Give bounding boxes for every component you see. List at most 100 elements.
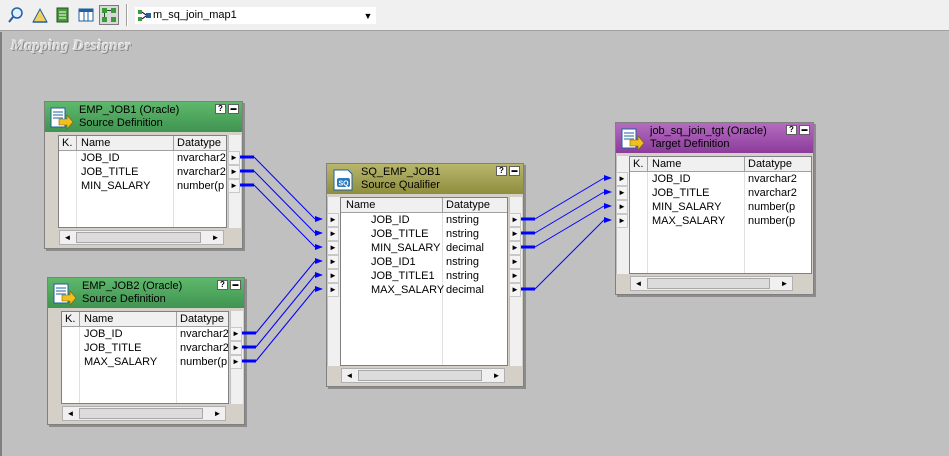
port-row[interactable]: JOB_TITLE nvarchar2 xyxy=(59,166,226,180)
help-icon[interactable]: ? xyxy=(215,104,226,114)
horizontal-scrollbar[interactable]: ◄ ► xyxy=(630,276,793,291)
key-column-header: K. xyxy=(65,313,76,325)
scrollbar-thumb[interactable] xyxy=(358,370,482,381)
minimize-icon[interactable]: ▬ xyxy=(228,104,239,114)
output-port-arrow[interactable]: ► xyxy=(230,341,242,355)
port-row[interactable]: JOB_TITLE nvarchar2 xyxy=(630,187,811,201)
table-icon[interactable] xyxy=(76,5,96,25)
arrange-icon[interactable] xyxy=(30,5,50,25)
layout-icon[interactable] xyxy=(99,5,119,25)
port-name: MIN_SALARY xyxy=(371,242,441,254)
output-port-arrow[interactable]: ► xyxy=(509,227,521,241)
horizontal-scrollbar[interactable]: ◄ ► xyxy=(62,406,226,421)
key-cell xyxy=(73,166,76,180)
source-qualifier[interactable]: SQ SQ_EMP_JOB1 Source Qualifier? ▬ ► ► ► ► ► ► ► ► ►… xyxy=(326,163,524,387)
scroll-right-icon[interactable]: ► xyxy=(777,277,792,290)
port-row[interactable]: JOB_ID nvarchar2 xyxy=(62,328,228,342)
edit-icon[interactable] xyxy=(53,5,73,25)
scroll-right-icon[interactable]: ► xyxy=(210,407,225,420)
input-port-arrow[interactable]: ► xyxy=(616,172,628,186)
source-definition-2[interactable]: EMP_JOB2 (Oracle) Source Definition? ▬ ► ► ► K… xyxy=(47,277,245,425)
horizontal-scrollbar[interactable]: ◄ ► xyxy=(341,368,505,383)
port-row[interactable]: JOB_ID nstring xyxy=(341,214,507,228)
scrollbar-thumb[interactable] xyxy=(76,232,201,243)
port-row[interactable]: MIN_SALARY decimal xyxy=(341,242,507,256)
datatype-column-header: Datatype xyxy=(177,137,222,149)
source-definition-header[interactable]: EMP_JOB1 (Oracle) Source Definition? ▬ xyxy=(45,102,242,132)
scroll-left-icon[interactable]: ◄ xyxy=(342,369,357,382)
source-qualifier-header[interactable]: SQ SQ_EMP_JOB1 Source Qualifier? ▬ xyxy=(327,164,523,194)
key-cell xyxy=(644,187,647,201)
help-icon[interactable]: ? xyxy=(496,166,507,176)
output-port-arrow[interactable]: ► xyxy=(509,269,521,283)
output-port-arrow[interactable]: ► xyxy=(509,241,521,255)
scroll-right-icon[interactable]: ► xyxy=(489,369,504,382)
port-row[interactable]: JOB_ID nvarchar2 xyxy=(59,152,226,166)
input-port-arrow[interactable]: ► xyxy=(327,269,339,283)
output-port-arrow[interactable]: ► xyxy=(228,151,240,165)
input-port-arrow[interactable]: ► xyxy=(327,227,339,241)
port-row[interactable]: JOB_TITLE nvarchar2 xyxy=(62,342,228,356)
port-datatype: nvarchar2 xyxy=(177,152,226,164)
source-definition-subtitle: Source Definition xyxy=(82,293,166,305)
scroll-left-icon[interactable]: ◄ xyxy=(60,231,75,244)
name-column-header: Name xyxy=(84,313,114,325)
minimize-icon[interactable]: ▬ xyxy=(799,125,810,135)
port-datatype: decimal xyxy=(446,284,484,296)
scroll-right-icon[interactable]: ► xyxy=(208,231,223,244)
port-row[interactable]: JOB_TITLE1 nstring xyxy=(341,270,507,284)
scroll-left-icon[interactable]: ◄ xyxy=(631,277,646,290)
port-row[interactable]: MAX_SALARY number(p xyxy=(630,215,811,229)
source-definition-port-grid: K. Name Datatype JOB_ID nvarchar2 JOB_TITLE nv… xyxy=(58,135,227,228)
output-port-arrow[interactable]: ► xyxy=(230,327,242,341)
minimize-icon[interactable]: ▬ xyxy=(230,280,241,290)
find-icon[interactable] xyxy=(6,5,26,25)
help-icon[interactable]: ? xyxy=(786,125,797,135)
input-port-arrow[interactable]: ► xyxy=(616,186,628,200)
scrollbar-thumb[interactable] xyxy=(647,278,770,289)
output-port-arrow[interactable]: ► xyxy=(228,179,240,193)
target-definition-port-grid: K. Name Datatype JOB_ID nvarchar2 JOB_TITLE nv… xyxy=(629,156,812,274)
port-datatype: nstring xyxy=(446,228,480,240)
port-name: MIN_SALARY xyxy=(652,201,722,213)
source-definition-subtitle: Source Definition xyxy=(79,117,163,129)
port-row[interactable]: JOB_ID1 nstring xyxy=(341,256,507,270)
help-icon[interactable]: ? xyxy=(217,280,228,290)
target-definition[interactable]: job_sq_join_tgt (Oracle) Target Definitio… xyxy=(615,122,814,295)
output-port-arrow[interactable]: ► xyxy=(509,255,521,269)
output-port-arrow[interactable]: ► xyxy=(509,213,521,227)
scrollbar-thumb[interactable] xyxy=(79,408,203,419)
target-definition-header[interactable]: job_sq_join_tgt (Oracle) Target Definitio… xyxy=(616,123,813,153)
source-definition-1[interactable]: EMP_JOB1 (Oracle) Source Definition? ▬ ► ► ► K… xyxy=(44,101,243,249)
output-port-arrow[interactable]: ► xyxy=(509,283,521,297)
port-row[interactable]: MIN_SALARY number(p xyxy=(59,180,226,194)
port-row[interactable]: MIN_SALARY number(p xyxy=(630,201,811,215)
column-divider xyxy=(647,157,648,172)
port-row[interactable]: JOB_TITLE nstring xyxy=(341,228,507,242)
target-definition-subtitle: Target Definition xyxy=(650,138,730,150)
input-port-arrow[interactable]: ► xyxy=(327,255,339,269)
input-port-arrow[interactable]: ► xyxy=(616,200,628,214)
input-port-arrow[interactable]: ► xyxy=(327,283,339,297)
source-definition-header[interactable]: EMP_JOB2 (Oracle) Source Definition? ▬ xyxy=(48,278,244,308)
port-row[interactable]: JOB_ID nvarchar2 xyxy=(630,173,811,187)
chevron-down-icon[interactable]: ▼ xyxy=(360,7,376,24)
port-name: JOB_ID xyxy=(652,173,691,185)
column-divider xyxy=(79,312,80,327)
port-row[interactable]: MAX_SALARY decimal xyxy=(341,284,507,298)
input-port-arrow[interactable]: ► xyxy=(616,214,628,228)
scroll-left-icon[interactable]: ◄ xyxy=(63,407,78,420)
output-port-arrow[interactable]: ► xyxy=(230,355,242,369)
horizontal-scrollbar[interactable]: ◄ ► xyxy=(59,230,224,245)
column-header-row: K. Name Datatype xyxy=(630,157,811,172)
source-qualifier-title: SQ_EMP_JOB1 xyxy=(361,166,441,178)
input-port-arrow[interactable]: ► xyxy=(327,213,339,227)
output-port-arrow[interactable]: ► xyxy=(228,165,240,179)
source-qualifier-icon: SQ xyxy=(330,167,356,193)
input-port-arrow[interactable]: ► xyxy=(327,241,339,255)
port-name: JOB_ID xyxy=(371,214,410,226)
minimize-icon[interactable]: ▬ xyxy=(509,166,520,176)
port-row[interactable]: MAX_SALARY number(p xyxy=(62,356,228,370)
port-name: JOB_TITLE xyxy=(81,166,139,178)
mapping-select[interactable]: m_sq_join_map1 ▼ xyxy=(134,6,377,25)
